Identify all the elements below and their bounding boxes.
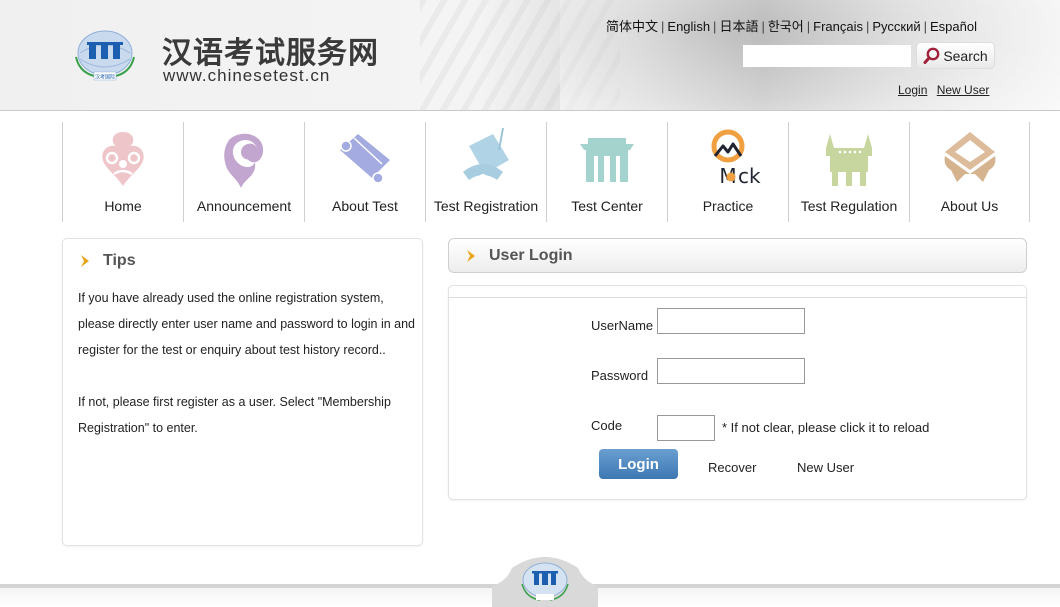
scroll-icon: [340, 134, 390, 184]
nav-item-test-registration[interactable]: Test Registration: [425, 122, 546, 222]
password-label: Password: [591, 368, 649, 383]
nav-item-test-regulation[interactable]: Test Regulation: [788, 122, 909, 222]
nav-label: Home: [104, 198, 142, 214]
nav-item-about-us[interactable]: About Us: [909, 122, 1030, 222]
nav-label: Announcement: [196, 198, 292, 214]
username-label: UserName: [591, 318, 654, 333]
nav-label: Practice: [702, 198, 754, 214]
tips-title: Tips: [79, 252, 136, 270]
lang-russian[interactable]: Русский: [872, 19, 920, 34]
new-user-link[interactable]: New User: [797, 460, 854, 475]
magnifier-icon: [923, 47, 940, 64]
captcha-input[interactable]: [657, 415, 715, 441]
nav-label: About Us: [940, 198, 999, 214]
separator: |: [713, 19, 717, 34]
search-input[interactable]: [743, 45, 911, 67]
tips-paragraph: If you have already used the online regi…: [78, 291, 416, 357]
tips-paragraph: If not, please first register as a user.…: [78, 395, 391, 435]
footer-logo-icon: [492, 557, 598, 607]
site-header: 汉考国际 汉语考试服务网 www.chinesetest.cn 简体中文 | Eng…: [0, 0, 1060, 111]
login-link[interactable]: Login: [898, 83, 927, 97]
code-label: Code: [591, 418, 623, 433]
login-title-text: User Login: [489, 247, 573, 264]
separator: |: [761, 19, 765, 34]
nav-item-about-test[interactable]: About Test: [304, 122, 425, 222]
nav-item-announcement[interactable]: Announcement: [183, 122, 304, 222]
nav-label: About Test: [332, 198, 398, 214]
nav-label: Test Registration: [433, 198, 539, 214]
gate-icon: [580, 138, 634, 182]
tips-text: If you have already used the online regi…: [78, 285, 418, 441]
announcement-cloud-icon: [224, 133, 264, 188]
lang-english[interactable]: English: [667, 19, 710, 34]
svg-text:汉考国际: 汉考国际: [95, 74, 115, 81]
search-button[interactable]: Search: [916, 42, 995, 69]
recover-link[interactable]: Recover: [708, 460, 756, 475]
nav-label: Test Regulation: [800, 198, 898, 214]
login-form: UserName Password Code * If not clear, p…: [448, 285, 1027, 500]
login-panel-header: User Login: [448, 238, 1027, 273]
mock-logo-icon: M ck: [711, 129, 761, 188]
separator: |: [806, 19, 811, 34]
divider: [449, 297, 1026, 298]
lang-korean[interactable]: 한국어: [768, 19, 804, 34]
tips-title-text: Tips: [103, 252, 136, 269]
hanban-logo-icon[interactable]: 汉考国际: [70, 27, 140, 83]
captcha-hint[interactable]: * If not clear, please click it to reloa…: [722, 420, 929, 435]
site-url: www.chinesetest.cn: [163, 66, 331, 85]
separator: |: [661, 19, 665, 34]
username-input[interactable]: [657, 308, 805, 334]
lang-zh-cn[interactable]: 简体中文: [606, 19, 658, 34]
registration-scroll-icon: [463, 127, 509, 182]
nav-item-test-center[interactable]: Test Center: [546, 122, 667, 222]
separator: |: [865, 19, 870, 34]
main-nav: Home Announcement About Test Test Regist…: [62, 122, 1030, 222]
language-switcher: 简体中文 | English | 日本語 | 한국어 | Français | Русский | Es…: [606, 16, 977, 35]
new-user-link[interactable]: New User: [937, 83, 990, 97]
account-links: Login New User: [898, 83, 995, 97]
separator: |: [923, 19, 928, 34]
table-stand-icon: [944, 132, 995, 182]
search-button-label: Search: [943, 47, 988, 64]
lang-spanish[interactable]: Español: [930, 19, 977, 34]
login-title: User Login: [465, 247, 573, 265]
chevron-right-icon: [81, 255, 89, 267]
home-ornament-icon: [102, 132, 144, 186]
chevron-right-icon: [467, 250, 475, 262]
nav-item-home[interactable]: Home: [62, 122, 183, 222]
nav-item-practice[interactable]: M ck Practice: [667, 122, 788, 222]
lang-japanese[interactable]: 日本語: [719, 19, 758, 34]
nav-label: Test Center: [571, 198, 643, 214]
lang-french[interactable]: Français: [813, 19, 863, 34]
svg-text:ck: ck: [738, 164, 761, 188]
tips-panel: Tips If you have already used the online…: [62, 238, 423, 546]
bronze-vessel-icon: [826, 134, 872, 186]
password-input[interactable]: [657, 358, 805, 384]
login-button[interactable]: Login: [599, 449, 678, 479]
